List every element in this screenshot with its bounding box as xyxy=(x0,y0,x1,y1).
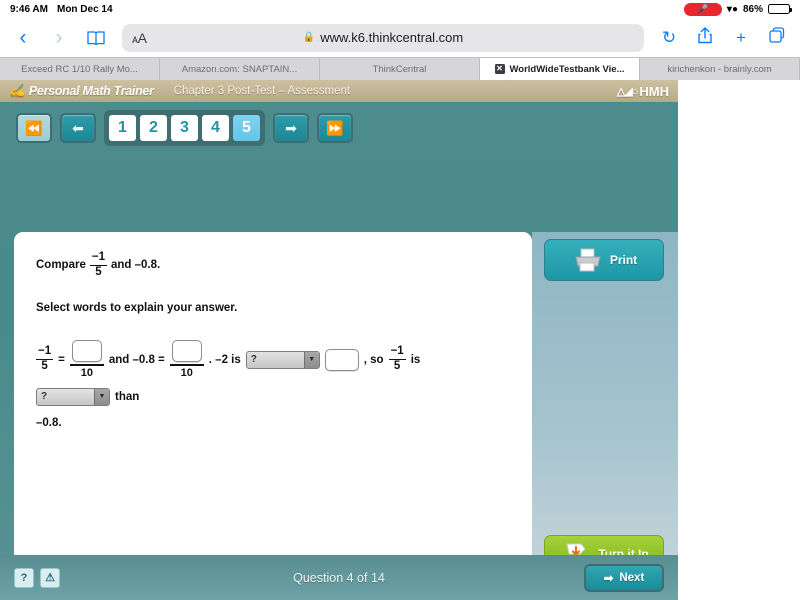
url-text: www.k6.thinkcentral.com xyxy=(320,30,464,45)
pager-page-5-current[interactable]: 5 xyxy=(233,115,260,141)
answer-row: −1 5 = 10 and –0.8 = 10 . –2 is ? ▼ , so… xyxy=(36,340,496,429)
prompt-prefix: Compare xyxy=(36,259,86,272)
dropdown-value: ? xyxy=(250,354,257,366)
wifi-icon: ▾● xyxy=(726,3,738,15)
answer-blank-fraction-1: 10 xyxy=(69,340,104,379)
tab-label: Exceed RC 1/10 Rally Mo... xyxy=(21,63,138,75)
chevron-down-icon[interactable]: ▼ xyxy=(94,388,109,405)
answer-tail-text: –0.8. xyxy=(36,416,62,429)
fraction-denominator: 5 xyxy=(41,360,48,373)
browser-tab-2[interactable]: ThinkCentral xyxy=(320,58,480,80)
status-date: Mon Dec 14 xyxy=(56,3,113,15)
answer-dropdown-2[interactable]: ? ▼ xyxy=(36,387,110,406)
lock-icon: 🔒 xyxy=(302,32,316,43)
arrow-right-icon: ➡ xyxy=(603,572,614,585)
next-button[interactable]: ➡ Next xyxy=(584,563,664,592)
fraction-denominator: 5 xyxy=(393,360,401,373)
answer-so-text: , so xyxy=(363,353,384,366)
hmh-shapes-icon: △◢○ xyxy=(616,85,639,98)
answer-mid-text: and –0.8 = xyxy=(108,353,165,366)
fraction-numerator: −1 xyxy=(38,345,52,358)
app-header: ✍ Personal Math Trainer Chapter 3 Post-T… xyxy=(0,80,678,102)
fraction-denominator: 5 xyxy=(95,265,102,278)
hmh-brand-logo: △◢○ HMH xyxy=(617,84,669,99)
tab-label: kirichenkon - brainly.com xyxy=(667,63,772,75)
pager-page-4[interactable]: 4 xyxy=(202,115,229,141)
status-time: 9:46 AM xyxy=(10,3,48,15)
chevron-right-icon[interactable]: › xyxy=(48,27,70,48)
url-bar[interactable]: ᴀA 🔒 www.k6.thinkcentral.com xyxy=(122,23,644,52)
question-card: Compare −1 5 and –0.8. Select words to e… xyxy=(14,232,532,600)
tool-sidebar: Print Turn it In Save xyxy=(532,232,678,600)
pager-first-button[interactable]: ⏪ xyxy=(16,113,52,143)
answer-than-text: than xyxy=(115,390,140,403)
answer-after-text: . –2 is xyxy=(208,353,241,366)
book-icon[interactable] xyxy=(84,30,108,46)
personal-math-trainer-app: ✍ Personal Math Trainer Chapter 3 Post-T… xyxy=(0,80,678,600)
tab-label: ThinkCentral xyxy=(372,63,427,75)
battery-percent: 86% xyxy=(742,3,763,15)
equals-sign: = xyxy=(58,353,65,366)
pager-prev-button[interactable]: ⬅ xyxy=(60,113,96,143)
feather-pen-icon: ✍ xyxy=(9,83,25,98)
answer-so-fraction: −1 5 xyxy=(388,345,406,373)
tab-label: Amazon.com: SNAPTAIN... xyxy=(181,63,298,75)
ios-status-bar: 9:46 AM Mon Dec 14 🎤 ▾● 86% xyxy=(0,0,800,18)
prompt-fraction: −1 5 xyxy=(89,251,107,278)
reload-icon[interactable]: ↻ xyxy=(658,28,680,48)
fraction-bar xyxy=(69,364,104,366)
pager-page-1[interactable]: 1 xyxy=(109,115,136,141)
fraction-bar xyxy=(169,364,204,366)
browser-toolbar: ‹ › ᴀA 🔒 www.k6.thinkcentral.com ↻ + xyxy=(0,18,800,57)
numerator-input-1[interactable] xyxy=(71,340,102,363)
pager-page-3[interactable]: 3 xyxy=(171,115,198,141)
answer-blank-fraction-2: 10 xyxy=(169,340,204,379)
pager-next-button[interactable]: ➡ xyxy=(273,113,309,143)
prompt-suffix: and –0.8. xyxy=(110,259,161,272)
printer-icon xyxy=(571,248,605,272)
print-label: Print xyxy=(609,253,638,267)
product-name: Personal Math Trainer xyxy=(28,84,154,98)
question-instruction: Select words to explain your answer. xyxy=(36,302,238,315)
question-pager: ⏪ ⬅ 1 2 3 4 5 ➡ ⏩ xyxy=(0,102,678,146)
next-label: Next xyxy=(619,571,645,584)
numerator-input-2[interactable] xyxy=(171,340,202,363)
answer-inline-input[interactable] xyxy=(324,348,359,371)
pager-last-button[interactable]: ⏩ xyxy=(317,113,353,143)
plus-icon[interactable]: + xyxy=(730,28,752,48)
browser-tab-4[interactable]: kirichenkon - brainly.com xyxy=(640,58,800,80)
browser-tab-3-active[interactable]: ✕ WorldWideTestbank Vie... xyxy=(480,58,640,80)
browser-tab-0[interactable]: Exceed RC 1/10 Rally Mo... xyxy=(0,58,160,80)
url-display: 🔒 www.k6.thinkcentral.com xyxy=(122,30,644,45)
browser-tab-1[interactable]: Amazon.com: SNAPTAIN... xyxy=(160,58,320,80)
battery-icon xyxy=(768,4,792,14)
chevron-down-icon[interactable]: ▼ xyxy=(303,351,319,368)
fraction-numerator: −1 xyxy=(91,251,105,263)
app-footer: ? ⚠ Question 4 of 14 ➡ Next xyxy=(0,555,678,600)
answer-is-text: is xyxy=(410,353,421,366)
chevron-left-icon[interactable]: ‹ xyxy=(12,27,34,48)
dropdown-value: ? xyxy=(41,391,48,403)
answer-lhs-fraction: −1 5 xyxy=(36,345,54,373)
print-button[interactable]: Print xyxy=(544,239,664,281)
status-bar-right: 🎤 ▾● 86% xyxy=(683,2,792,16)
fraction-denominator: 10 xyxy=(180,366,193,379)
assessment-title: Chapter 3 Post-Test – Assessment xyxy=(173,85,351,97)
close-icon[interactable]: ✕ xyxy=(494,64,505,74)
share-icon[interactable] xyxy=(694,26,716,49)
pager-page-2[interactable]: 2 xyxy=(140,115,167,141)
browser-tab-strip: Exceed RC 1/10 Rally Mo... Amazon.com: S… xyxy=(0,57,800,80)
microphone-icon: 🎤 xyxy=(683,2,722,16)
question-prompt: Compare −1 5 and –0.8. xyxy=(36,251,510,278)
app-logo: ✍ Personal Math Trainer xyxy=(9,83,154,99)
answer-dropdown-1[interactable]: ? ▼ xyxy=(245,350,320,369)
question-counter: Question 4 of 14 xyxy=(293,570,385,585)
pager-number-group: 1 2 3 4 5 xyxy=(104,110,265,146)
fraction-numerator: −1 xyxy=(390,345,404,358)
tab-label: WorldWideTestbank Vie... xyxy=(509,63,625,75)
tabs-icon[interactable] xyxy=(766,27,788,48)
status-bar-left: 9:46 AM Mon Dec 14 xyxy=(10,4,113,15)
fraction-denominator: 10 xyxy=(80,366,93,379)
hmh-brand-name: HMH xyxy=(639,83,669,99)
